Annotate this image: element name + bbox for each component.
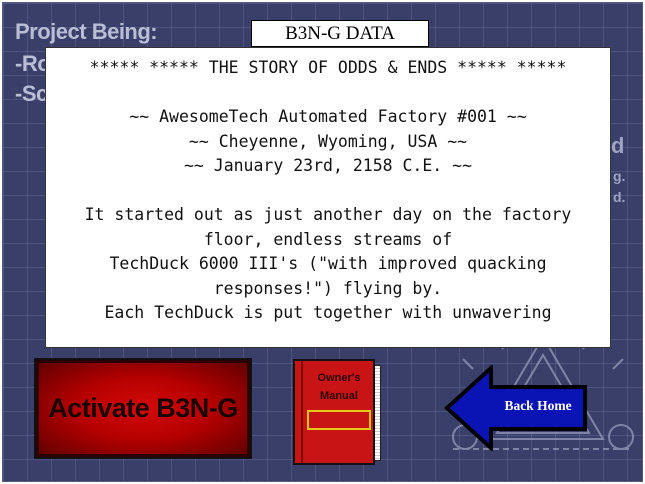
owners-manual-button[interactable]: Owner's Manual <box>293 359 381 465</box>
manual-label-box <box>307 410 371 430</box>
data-title-tab: B3N-G DATA <box>251 20 429 47</box>
manual-title: Owner's Manual <box>305 369 373 405</box>
story-line: ***** ***** THE STORY OF ODDS & ENDS ***… <box>89 58 567 77</box>
story-line: Each TechDuck is put together with unwav… <box>104 303 552 322</box>
blueprint-line-2: -Sc <box>15 81 48 106</box>
story-line: ~~ Cheyenne, Wyoming, USA ~~ <box>188 131 468 151</box>
ghost-text-mark: d <box>611 133 625 158</box>
story-line: responses!") flying by. <box>213 278 443 298</box>
ghost-text-mark: d. <box>613 189 626 205</box>
blueprint-title: Project Being: <box>15 19 158 44</box>
story-line: It started out as just another day on th… <box>84 205 572 224</box>
manual-spine <box>301 361 303 463</box>
manual-title-line-1: Owner's <box>317 372 361 384</box>
story-dialog[interactable]: ***** ***** THE STORY OF ODDS & ENDS ***… <box>45 47 611 348</box>
story-line <box>46 81 610 106</box>
story-line: ~~ AwesomeTech Automated Factory #001 ~~ <box>129 107 527 126</box>
back-home-button[interactable]: Back Home <box>443 365 589 451</box>
activate-button-label: Activate B3N-G <box>48 393 238 423</box>
story-line: TechDuck 6000 III's ("with improved quac… <box>109 254 547 273</box>
blueprint-background: Project Being: -Ro -Sc d g. d. B3N-G DAT… <box>2 2 643 482</box>
ghost-text-mark: g. <box>613 168 626 184</box>
activate-button[interactable]: Activate B3N-G <box>34 358 252 459</box>
manual-book-icon: Owner's Manual <box>293 359 375 465</box>
story-line <box>46 179 610 204</box>
manual-title-line-2: Manual <box>320 390 358 402</box>
story-line: floor, endless streams of <box>203 229 453 249</box>
story-line: ~~ January 23rd, 2158 C.E. ~~ <box>183 156 473 175</box>
back-home-label: Back Home <box>504 398 572 413</box>
